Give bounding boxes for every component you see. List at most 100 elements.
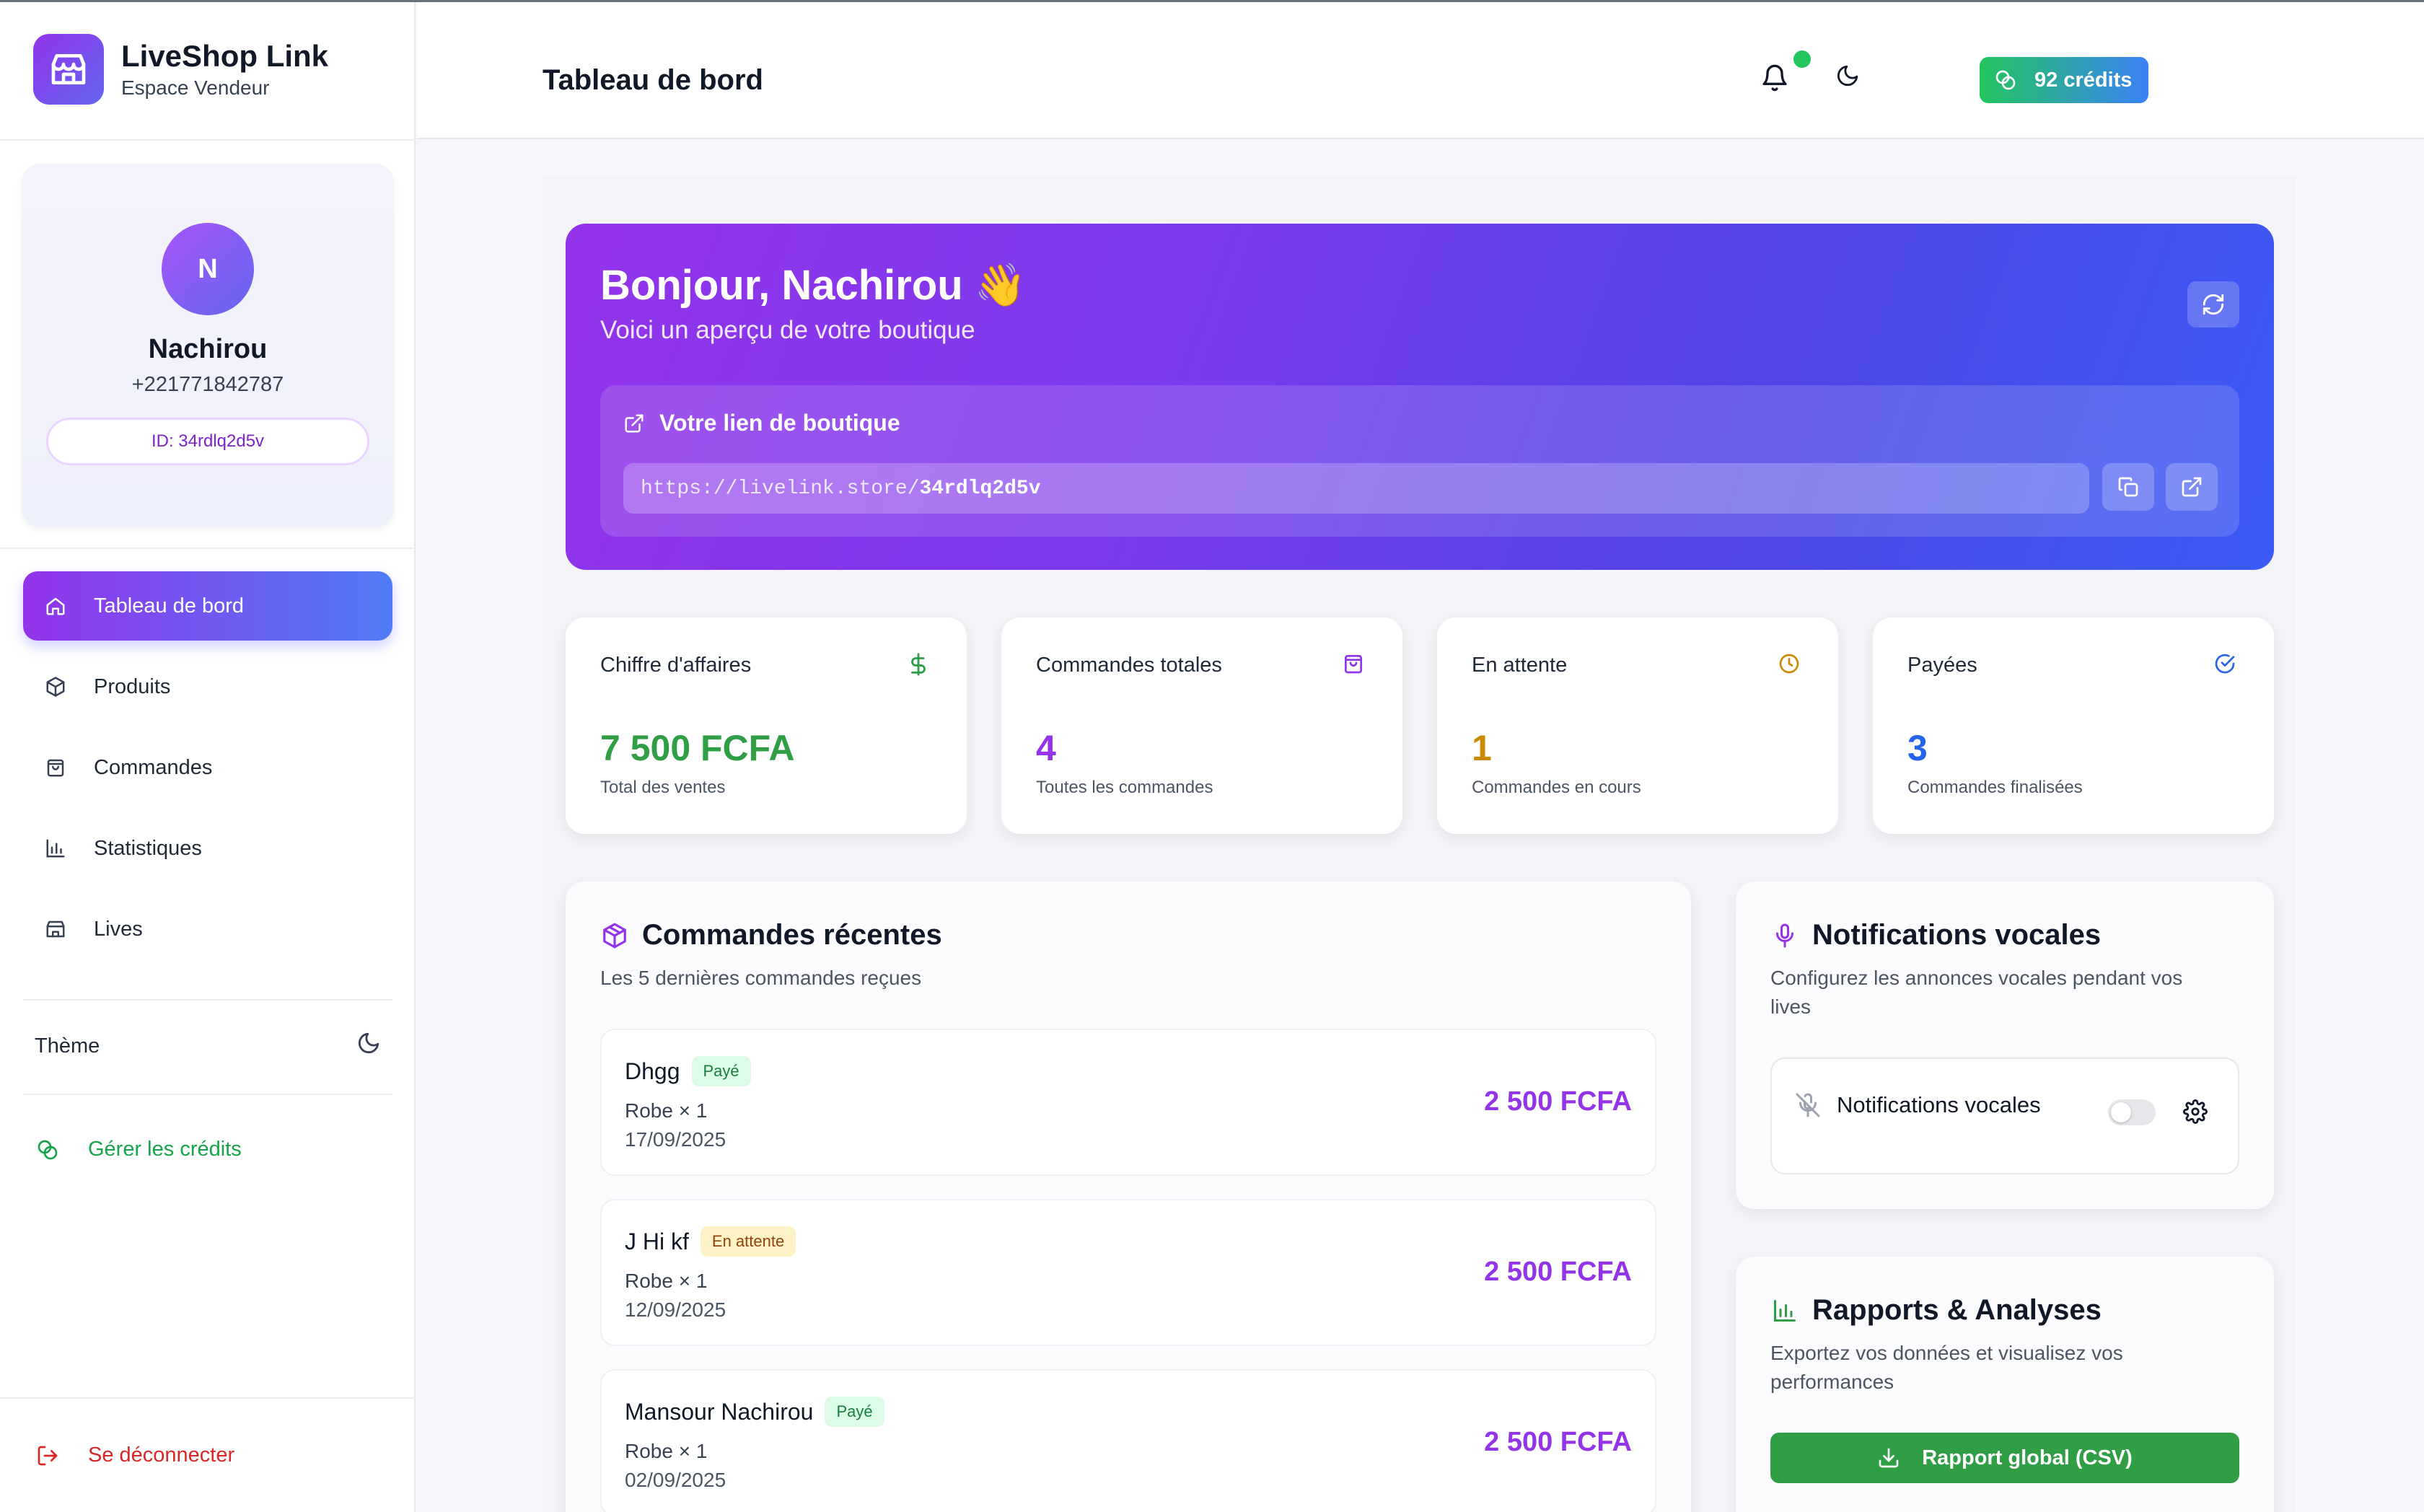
logout-label: Se déconnecter [88, 1443, 235, 1467]
sidebar-item-orders[interactable]: Commandes [23, 733, 392, 802]
order-row[interactable]: Dhgg Payé Robe × 1 17/09/2025 2 500 FCFA [600, 1029, 1656, 1176]
order-row[interactable]: J Hi kf En attente Robe × 1 12/09/2025 2… [600, 1199, 1656, 1346]
order-amount: 2 500 FCFA [1484, 1086, 1632, 1117]
order-items: Robe × 1 [625, 1440, 708, 1462]
notification-dot [1793, 50, 1811, 68]
store-url-field[interactable]: https://livelink.store/34rdlq2d5v [623, 463, 2089, 514]
stat-value: 3 [1907, 728, 1928, 768]
export-csv-button[interactable]: Rapport global (CSV) [1770, 1433, 2239, 1483]
brand[interactable]: LiveShop Link Espace Vendeur [33, 34, 328, 105]
stat-sub: Commandes en cours [1472, 778, 1641, 797]
store-icon [42, 915, 69, 943]
sidebar-item-products[interactable]: Produits [23, 652, 392, 721]
stat-sub: Total des ventes [600, 778, 726, 797]
external-link-icon [2182, 477, 2202, 497]
stat-label: Commandes totales [1036, 654, 1222, 677]
store-link-title-text: Votre lien de boutique [659, 410, 900, 436]
recent-orders-subtitle: Les 5 dernières commandes reçues [600, 967, 922, 989]
avatar: N [162, 223, 254, 315]
voice-subtitle: Configurez les annonces vocales pendant … [1770, 964, 2182, 1021]
profile-id-badge[interactable]: ID: 34rdlq2d5v [46, 418, 369, 465]
divider [0, 139, 416, 141]
coins-icon [36, 1138, 59, 1161]
reports-title: Rapports & Analyses [1770, 1294, 2102, 1327]
sidebar-item-label: Lives [94, 917, 143, 941]
credits-badge[interactable]: 92 crédits [1980, 57, 2148, 103]
order-date: 17/09/2025 [625, 1128, 726, 1151]
sidebar-item-statistics[interactable]: Statistiques [23, 814, 392, 883]
profile-card: N Nachirou +221771842787 ID: 34rdlq2d5v [22, 164, 394, 527]
refresh-button[interactable] [2187, 281, 2239, 328]
download-icon [1879, 1448, 1899, 1468]
bell-icon[interactable] [1760, 63, 1789, 92]
bar-chart-icon [1770, 1296, 1799, 1325]
sidebar-item-dashboard[interactable]: Tableau de bord [23, 571, 392, 641]
sidebar-item-label: Tableau de bord [94, 594, 244, 617]
theme-row: Thème [35, 1031, 381, 1061]
reports-title-text: Rapports & Analyses [1812, 1294, 2102, 1326]
voice-title: Notifications vocales [1770, 919, 2101, 951]
stat-card-total-orders: Commandes totales 4 Toutes les commandes [1001, 617, 1402, 834]
stat-sub: Commandes finalisées [1907, 778, 2083, 797]
divider [0, 548, 416, 549]
logout-button[interactable]: Se déconnecter [36, 1443, 234, 1467]
open-link-button[interactable] [2166, 463, 2218, 511]
check-circle-icon [2213, 652, 2239, 678]
stat-card-pending: En attente 1 Commandes en cours [1437, 617, 1838, 834]
manage-credits-link[interactable]: Gérer les crédits [36, 1138, 242, 1161]
order-amount: 2 500 FCFA [1484, 1427, 1632, 1457]
voice-notifications-toggle[interactable] [2108, 1099, 2156, 1125]
page-title: Tableau de bord [543, 64, 763, 96]
greeting-subtitle: Voici un aperçu de votre boutique [600, 316, 975, 344]
copy-icon [2118, 477, 2138, 497]
order-header: Dhgg Payé [625, 1056, 751, 1086]
logout-icon [36, 1444, 59, 1467]
manage-credits-label: Gérer les crédits [88, 1138, 242, 1161]
voice-subtitle-line: Configurez les annonces vocales pendant … [1770, 967, 2183, 989]
order-items: Robe × 1 [625, 1099, 708, 1122]
theme-toggle-moon-icon[interactable] [1835, 63, 1864, 92]
order-header: Mansour Nachirou Payé [625, 1397, 884, 1427]
theme-label: Thème [35, 1034, 100, 1058]
voice-subtitle-line: lives [1770, 995, 1812, 1018]
recent-orders-title: Commandes récentes [600, 919, 942, 951]
copy-link-button[interactable] [2102, 463, 2154, 511]
stat-label: Chiffre d'affaires [600, 654, 752, 677]
dollar-icon [906, 652, 932, 678]
external-link-icon [625, 414, 644, 432]
sidebar-item-label: Produits [94, 674, 171, 698]
export-csv-label: Rapport global (CSV) [1922, 1446, 2133, 1469]
status-badge: En attente [700, 1226, 796, 1257]
store-url-slug: 34rdlq2d5v [919, 477, 1041, 500]
order-customer: J Hi kf [625, 1228, 689, 1254]
app-subtitle: Espace Vendeur [121, 76, 270, 99]
credits-count: 92 crédits [2034, 68, 2133, 92]
shopping-bag-icon [1342, 652, 1368, 678]
sidebar-item-lives[interactable]: Lives [23, 895, 392, 964]
store-url-prefix: https://livelink.store/ [641, 477, 920, 500]
voice-toggle-label-wrap: Notifications vocales [1795, 1092, 2041, 1118]
microphone-off-icon [1796, 1093, 1820, 1117]
moon-icon[interactable] [356, 1031, 381, 1061]
order-items: Robe × 1 [625, 1270, 708, 1292]
order-row[interactable]: Mansour Nachirou Payé Robe × 1 02/09/202… [600, 1369, 1656, 1512]
voice-toggle-label: Notifications vocales [1837, 1092, 2041, 1117]
reports-subtitle-line: performances [1770, 1371, 1894, 1393]
welcome-banner: Bonjour, Nachirou 👋 Voici un aperçu de v… [566, 224, 2274, 570]
sidebar-item-label: Statistiques [94, 836, 202, 860]
divider [23, 1094, 392, 1095]
stat-value: 7 500 FCFA [600, 728, 795, 768]
shopping-bag-icon [42, 754, 69, 781]
reports-subtitle-line: Exportez vos données et visualisez vos [1770, 1342, 2123, 1364]
coins-icon [1995, 70, 2016, 90]
divider [23, 999, 392, 1001]
recent-orders-panel: Commandes récentes Les 5 dernières comma… [566, 882, 1691, 1512]
order-customer: Dhgg [625, 1058, 680, 1084]
voice-toggle-row: Notifications vocales [1770, 1058, 2239, 1174]
status-badge: Payé [825, 1397, 884, 1427]
greeting: Bonjour, Nachirou 👋 [600, 262, 1027, 309]
gear-icon[interactable] [2183, 1099, 2209, 1125]
voice-title-text: Notifications vocales [1812, 919, 2102, 951]
divider [0, 1397, 416, 1399]
clock-icon [1778, 652, 1804, 678]
